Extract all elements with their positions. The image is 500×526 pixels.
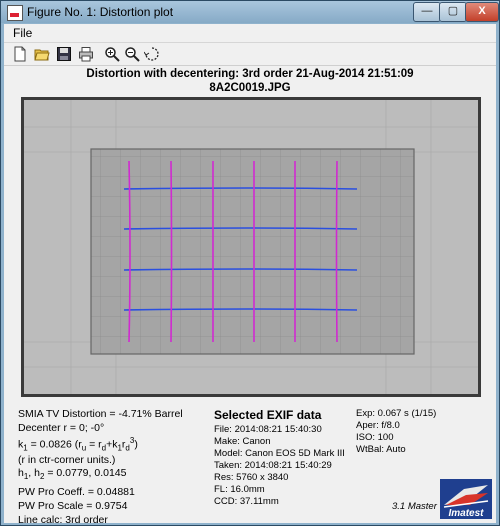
inner-chart-area	[90, 148, 415, 355]
title-bar[interactable]: Figure No. 1: Distortion plot — ▢ X	[1, 1, 499, 23]
menu-bar: File	[4, 24, 496, 43]
close-button[interactable]: X	[465, 2, 499, 22]
iso: ISO: 100	[356, 432, 394, 443]
exif-make: Make: Canon	[214, 436, 271, 447]
matlab-figure-icon	[7, 5, 23, 21]
menu-file[interactable]: File	[13, 26, 32, 40]
smia-distortion: SMIA TV Distortion = -4.71% Barrel	[18, 408, 183, 420]
paren-close: )	[134, 438, 138, 451]
ru-equals: = r	[86, 438, 102, 451]
line-calc: Line calc: 3rd order	[18, 514, 108, 526]
h-comma: , h	[28, 467, 40, 479]
exif-focal-length: FL: 16.0mm	[214, 484, 265, 495]
version-label: 3.1 Master	[392, 501, 437, 512]
pw-pro-scale: PW Pro Scale = 0.9754	[18, 500, 128, 512]
exif-resolution: Res: 5760 x 3840	[214, 472, 289, 483]
exif-model: Model: Canon EOS 5D Mark III	[214, 448, 345, 459]
toolbar	[4, 43, 496, 66]
figure-window: Figure No. 1: Distortion plot — ▢ X File	[0, 0, 500, 526]
open-icon[interactable]	[34, 46, 50, 62]
maximize-button[interactable]: ▢	[439, 2, 467, 22]
distortion-plot	[21, 97, 481, 397]
exposure-time: Exp: 0.067 s (1/15)	[356, 408, 437, 419]
zoom-out-icon[interactable]	[124, 46, 140, 62]
decenter-value: Decenter r = 0; -0°	[18, 422, 105, 434]
figure-area: Distortion with decentering: 3rd order 2…	[4, 66, 496, 526]
k1-value: = 0.0826 (r	[27, 438, 82, 451]
h-values: = 0.0779, 0.0145	[44, 467, 127, 479]
exif-taken: Taken: 2014:08:21 15:40:29	[214, 460, 332, 471]
exif-ccd: CCD: 37.11mm	[214, 496, 279, 507]
print-icon[interactable]	[78, 46, 94, 62]
window-title: Figure No. 1: Distortion plot	[27, 5, 174, 19]
k1-formula: k1 = 0.0826 (ru = rd+k1rd3)	[18, 436, 138, 453]
white-balance: WtBal: Auto	[356, 444, 406, 455]
exif-heading: Selected EXIF data	[214, 408, 322, 422]
plot-title: Distortion with decentering: 3rd order 2…	[86, 68, 414, 80]
save-icon[interactable]	[56, 46, 72, 62]
pw-pro-coeff: PW Pro Coeff. = 0.04881	[18, 486, 135, 498]
h-coefficients: h1, h2 = 0.0779, 0.0145	[18, 467, 126, 481]
new-icon[interactable]	[12, 46, 28, 62]
aperture: Aper: f/8.0	[356, 420, 400, 431]
minimize-button[interactable]: —	[413, 2, 441, 22]
exif-file: File: 2014:08:21 15:40:30	[214, 424, 322, 435]
logo-text: Imatest	[448, 508, 484, 519]
ctr-units-note: (r in ctr-corner units.)	[18, 454, 116, 466]
plot-filename: 8A2C0019.JPG	[209, 82, 291, 94]
rotate-icon[interactable]	[144, 46, 160, 62]
zoom-in-icon[interactable]	[104, 46, 120, 62]
plus-k: +k	[106, 438, 118, 451]
imatest-logo: Imatest	[440, 479, 492, 519]
